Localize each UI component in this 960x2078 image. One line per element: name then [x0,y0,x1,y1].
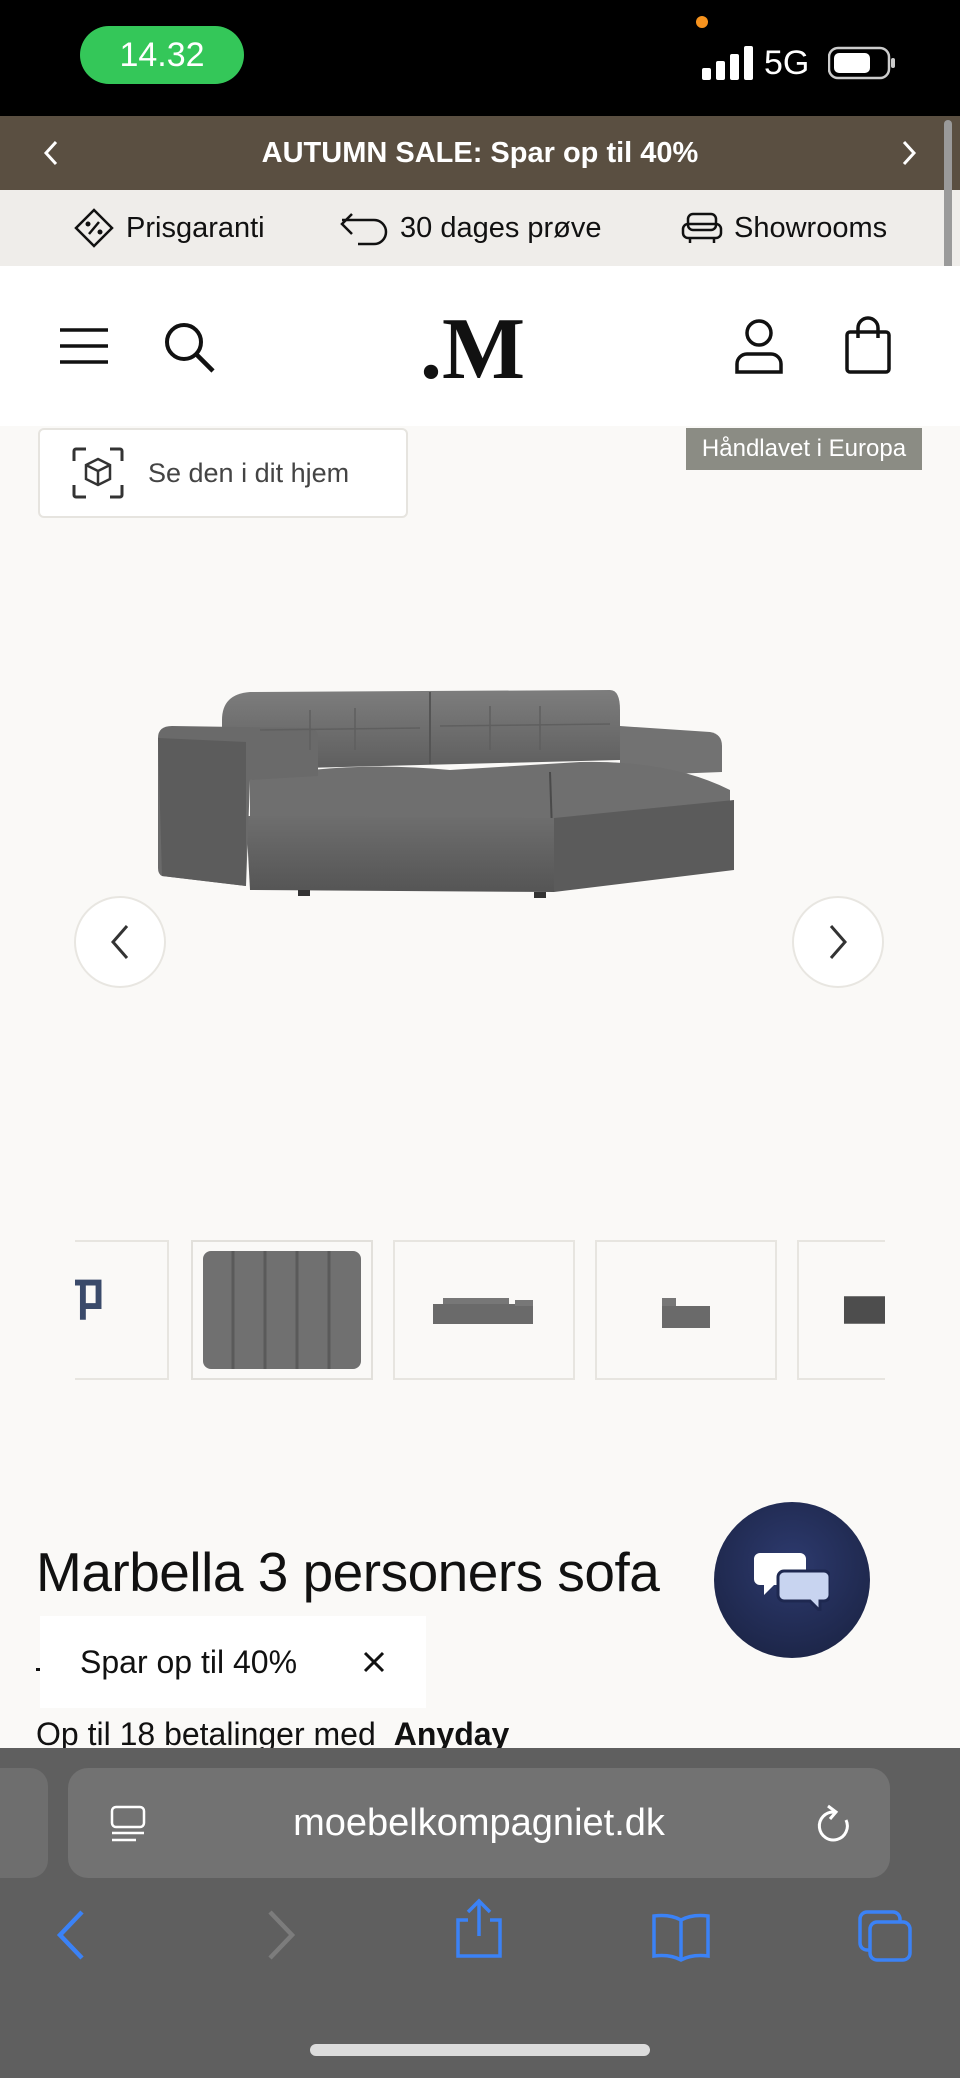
usp-bar: Prisgaranti 30 dages prøve Showrooms [0,190,960,266]
home-indicator[interactable] [310,2044,650,2056]
thumbnail-dimensions[interactable] [75,1240,169,1380]
search-icon[interactable] [162,320,216,374]
thumbnail-sofa-side[interactable] [595,1240,777,1380]
forward-icon[interactable] [260,1908,300,1962]
thumbnail-strip[interactable] [75,1238,885,1382]
sofa-thumb [433,1298,533,1324]
sale-banner-text: AUTUMN SALE: Spar op til 40% [261,136,699,169]
thumbnail-sofa-angle[interactable] [797,1240,885,1380]
chevron-right-icon [829,925,847,959]
sale-banner[interactable]: AUTUMN SALE: Spar op til 40% [0,116,960,190]
close-icon[interactable] [354,1642,394,1682]
bookmarks-icon[interactable] [650,1912,712,1962]
url-text: moebelkompagniet.dk [293,1801,665,1844]
usp-item-showrooms[interactable]: Showrooms [680,190,887,266]
back-icon[interactable] [52,1908,92,1962]
svg-text:.M: .M [420,310,525,384]
time-indicator[interactable]: 14.32 [80,26,244,84]
chevron-right-icon[interactable] [892,136,926,170]
account-icon[interactable] [734,318,784,374]
network-label: 5G [764,44,810,82]
chat-button[interactable] [714,1502,870,1658]
privacy-indicator [696,16,708,28]
sofa-thumb [662,1298,710,1328]
chevron-left-icon[interactable] [34,136,68,170]
ar-button-label: Se den i dit hjem [148,457,350,488]
thumbnail-fabric[interactable] [191,1240,373,1380]
status-bar: 14.32 5G [0,0,960,116]
usp-label: Showrooms [734,211,888,244]
previous-tab-preview[interactable] [0,1768,48,1878]
sofa-icon [681,212,723,243]
payment-text: Op til 18 betalinger med [36,1716,376,1752]
gallery-next-button[interactable] [792,896,884,988]
payment-brand[interactable]: Anyday [394,1716,510,1752]
fabric-swatch [203,1251,361,1369]
sale-toast: Spar op til 40% [40,1616,426,1708]
gallery-prev-button[interactable] [74,896,166,988]
price-tag-icon [74,208,114,248]
signal-icon [702,46,753,80]
badge-text: Håndlavet i Europa [701,435,907,462]
reload-icon[interactable] [814,1804,854,1846]
ar-view-button[interactable]: Se den i dit hjem [38,428,408,518]
browser-toolbar: moebelkompagniet.dk [0,1748,960,2078]
usp-label: 30 dages prøve [400,211,602,244]
return-arrow-icon [340,213,388,246]
site-header: .M [0,266,960,426]
time-text: 14.32 [119,35,205,74]
battery-icon [828,46,895,80]
chat-bubbles-icon [754,1553,830,1611]
dimension-icon [75,1279,102,1320]
handmade-badge: Håndlavet i Europa [686,428,922,470]
cart-icon[interactable] [844,316,892,374]
usp-label: Prisgaranti [126,211,265,244]
menu-icon[interactable] [58,326,110,366]
address-bar[interactable]: moebelkompagniet.dk [68,1768,890,1878]
tabs-icon[interactable] [856,1910,914,1964]
sofa-thumb [843,1296,885,1324]
thumbnail-sofa-front[interactable] [393,1240,575,1380]
ar-cube-icon [72,447,124,499]
toast-text: Spar op til 40% [80,1643,298,1680]
product-image-sofa[interactable] [150,680,790,920]
share-icon[interactable] [452,1898,506,1960]
chevron-left-icon [111,925,129,959]
usp-item-prisgaranti[interactable]: Prisgaranti [72,190,265,266]
site-logo[interactable]: .M [420,310,540,384]
product-title: Marbella 3 personers sofa [36,1541,660,1603]
usp-item-prove[interactable]: 30 dages prøve [338,190,602,266]
